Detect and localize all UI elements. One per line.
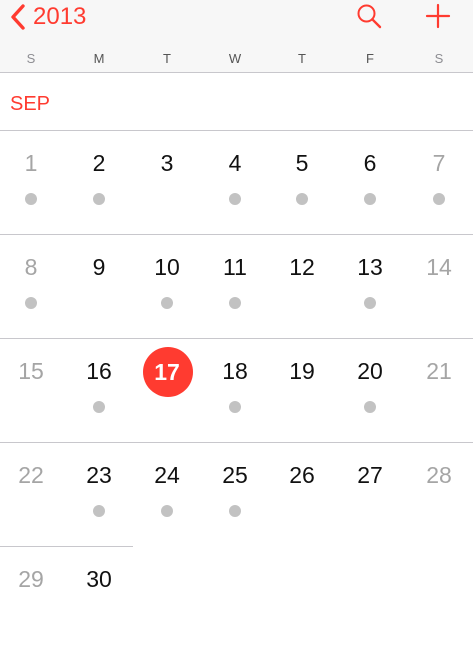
day-cell[interactable]: 25 <box>201 443 269 547</box>
day-number: 23 <box>86 462 112 488</box>
day-cell[interactable]: 30 <box>65 547 133 651</box>
day-number: 8 <box>24 254 38 280</box>
weekday-label: S <box>434 51 444 66</box>
event-dot <box>93 193 105 205</box>
day-number: 20 <box>357 358 383 384</box>
search-button[interactable] <box>355 2 383 30</box>
add-event-button[interactable] <box>424 2 452 30</box>
day-number: 14 <box>426 254 452 280</box>
day-cell[interactable]: 12 <box>268 235 336 339</box>
day-number: 2 <box>92 150 106 176</box>
day-cell[interactable]: 6 <box>336 131 404 235</box>
day-number: 27 <box>357 462 383 488</box>
day-cell[interactable]: 23 <box>65 443 133 547</box>
day-cell[interactable]: 13 <box>336 235 404 339</box>
day-number: 5 <box>295 150 309 176</box>
day-number: 28 <box>426 462 452 488</box>
day-number: 17 <box>154 359 180 385</box>
day-cell[interactable]: 5 <box>268 131 336 235</box>
day-number: 4 <box>228 150 242 176</box>
day-cell[interactable]: 2 <box>65 131 133 235</box>
weekday-label: T <box>298 51 306 66</box>
month-header: SEP <box>0 73 473 131</box>
event-dot <box>229 401 241 413</box>
day-cell[interactable]: 28 <box>405 443 473 547</box>
day-cell[interactable]: 11 <box>201 235 269 339</box>
event-dot <box>161 505 173 517</box>
event-dot <box>25 297 37 309</box>
navigation-bar: 2013 <box>0 0 473 48</box>
day-cell[interactable]: 26 <box>268 443 336 547</box>
day-number: 9 <box>92 254 106 280</box>
day-cell[interactable]: 15 <box>0 339 65 443</box>
day-cell[interactable]: 19 <box>268 339 336 443</box>
day-number: 30 <box>86 566 112 592</box>
event-dot <box>25 193 37 205</box>
day-number: 22 <box>18 462 44 488</box>
event-dot <box>296 193 308 205</box>
day-cell[interactable]: 7 <box>405 131 473 235</box>
day-number: 21 <box>426 358 452 384</box>
day-number: 26 <box>289 462 315 488</box>
day-cell[interactable]: 29 <box>0 547 65 651</box>
day-cell[interactable]: 21 <box>405 339 473 443</box>
day-number: 25 <box>222 462 248 488</box>
event-dot <box>93 401 105 413</box>
day-cell[interactable]: 27 <box>336 443 404 547</box>
day-number: 13 <box>357 254 383 280</box>
weekday-label: M <box>93 51 105 66</box>
event-dot <box>229 297 241 309</box>
weekday-header: SMTWTFS <box>0 48 473 73</box>
event-dot <box>161 297 173 309</box>
weekday-label: F <box>366 51 374 66</box>
day-number: 11 <box>223 254 247 280</box>
day-number: 10 <box>154 254 180 280</box>
day-number: 12 <box>289 254 315 280</box>
search-icon <box>355 2 383 30</box>
day-cell[interactable]: 20 <box>336 339 404 443</box>
event-dot <box>364 193 376 205</box>
day-number: 19 <box>289 358 315 384</box>
day-number: 6 <box>363 150 377 176</box>
back-label: 2013 <box>33 3 87 30</box>
event-dot <box>433 193 445 205</box>
day-cell[interactable]: 8 <box>0 235 65 339</box>
day-cell[interactable]: 24 <box>133 443 201 547</box>
day-cell[interactable]: 18 <box>201 339 269 443</box>
event-dot <box>93 505 105 517</box>
event-dot <box>364 401 376 413</box>
day-cell[interactable]: 9 <box>65 235 133 339</box>
plus-icon <box>424 2 452 30</box>
event-dot <box>229 505 241 517</box>
day-cell-today[interactable]: 17 <box>133 339 201 443</box>
event-dot <box>364 297 376 309</box>
day-number: 29 <box>18 566 44 592</box>
day-number: 16 <box>86 358 112 384</box>
day-cell[interactable]: 22 <box>0 443 65 547</box>
chevron-left-icon <box>8 3 26 31</box>
month-label: SEP <box>10 93 51 115</box>
day-cell[interactable]: 4 <box>201 131 269 235</box>
weekday-label: T <box>163 51 171 66</box>
weekday-label: S <box>26 51 36 66</box>
day-cell[interactable]: 1 <box>0 131 65 235</box>
day-cell[interactable]: 16 <box>65 339 133 443</box>
day-number: 7 <box>432 150 446 176</box>
weekday-label: W <box>228 51 242 66</box>
day-number: 1 <box>24 150 38 176</box>
day-number: 18 <box>222 358 248 384</box>
day-number: 3 <box>160 150 174 176</box>
back-button[interactable]: 2013 <box>8 0 86 34</box>
day-cell[interactable]: 3 <box>133 131 201 235</box>
event-dot <box>229 193 241 205</box>
day-cell[interactable]: 10 <box>133 235 201 339</box>
day-cell[interactable]: 14 <box>405 235 473 339</box>
day-number: 24 <box>154 462 180 488</box>
day-number: 15 <box>18 358 44 384</box>
